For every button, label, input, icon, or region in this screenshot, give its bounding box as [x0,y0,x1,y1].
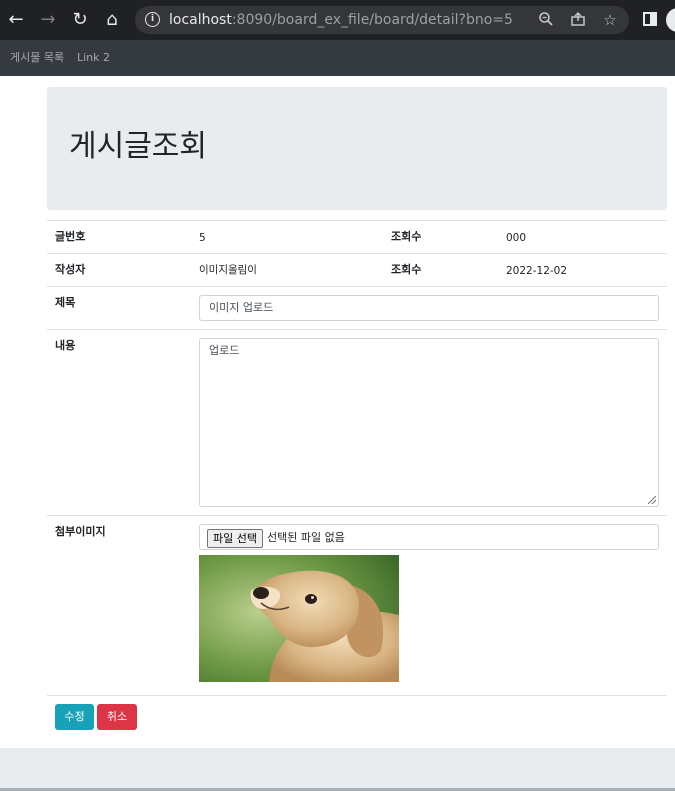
attached-image [199,555,399,682]
share-icon[interactable] [569,11,587,29]
row-divider [47,329,667,330]
dog-photo-illustration [199,555,399,682]
edit-button[interactable]: 수정 [55,704,94,730]
browser-toolbar: ← → ↻ ⌂ i localhost:8090/board_ex_file/b… [0,0,675,40]
row-divider [47,515,667,516]
row-divider [47,695,667,696]
back-arrow-icon[interactable]: ← [4,8,28,32]
writer-value: 이미지올림이 [199,264,257,276]
attachment-label: 첨부이미지 [55,525,106,538]
site-info-icon[interactable]: i [145,12,160,27]
nav-link-board-list[interactable]: 게시물 목록 [10,51,64,65]
file-input[interactable]: 파일 선택 선택된 파일 없음 [199,524,659,550]
page-footer [0,748,675,791]
choose-file-button[interactable]: 파일 선택 [207,529,263,548]
forward-arrow-icon[interactable]: → [36,8,60,32]
app-navbar: 게시물 목록 Link 2 [0,40,675,76]
view-count-value: 000 [506,232,527,244]
page-title: 게시글조회 [69,129,207,164]
side-panel-icon[interactable] [643,12,657,26]
file-status-text: 선택된 파일 없음 [267,531,345,544]
date-label: 조회수 [391,263,422,276]
cancel-button[interactable]: 취소 [97,704,137,730]
content-textarea[interactable]: 업로드 [199,338,659,507]
reload-icon[interactable]: ↻ [68,8,92,32]
page-header: 게시글조회 [47,87,667,210]
home-icon[interactable]: ⌂ [100,8,124,32]
zoom-icon[interactable] [537,11,555,29]
row-divider [47,220,667,221]
date-value: 2022-12-02 [506,265,568,277]
content-text: 업로드 [209,344,240,357]
row-divider [47,253,667,254]
view-count-label: 조회수 [391,230,422,243]
title-label: 제목 [55,296,76,309]
address-bar[interactable]: i localhost:8090/board_ex_file/board/det… [135,6,629,34]
resize-grip-icon[interactable] [648,496,656,504]
row-divider [47,286,667,287]
content-label: 내용 [55,339,76,352]
url-text[interactable]: localhost:8090/board_ex_file/board/detai… [169,11,513,29]
profile-avatar[interactable] [666,8,675,32]
nav-link-2[interactable]: Link 2 [77,51,110,65]
bookmark-star-icon[interactable]: ☆ [601,11,619,29]
title-input[interactable]: 이미지 업로드 [199,295,659,321]
post-number-label: 글번호 [55,230,86,243]
writer-label: 작성자 [55,263,86,276]
post-number-value: 5 [199,232,206,244]
